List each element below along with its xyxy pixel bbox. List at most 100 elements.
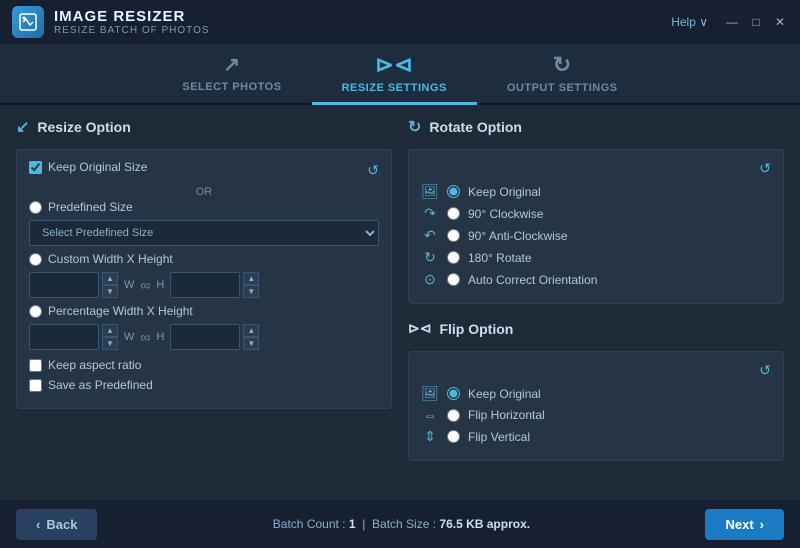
pct-width-input[interactable]: 100: [29, 324, 99, 350]
custom-width-input[interactable]: 864: [29, 272, 99, 298]
rotate-keep-original-label: Keep Original: [468, 185, 541, 199]
help-button[interactable]: Help ∨: [671, 15, 708, 29]
batch-size-value: 76.5 KB approx.: [439, 517, 530, 531]
flip-horizontal-icon: ⇔: [421, 407, 439, 423]
title-bar: IMAGE RESIZER RESIZE BATCH OF PHOTOS Hel…: [0, 0, 800, 44]
custom-h-label: H: [156, 279, 164, 291]
pct-h-label: H: [156, 331, 164, 343]
pct-height-up[interactable]: ▲: [243, 324, 259, 337]
save-predefined-checkbox[interactable]: [29, 379, 42, 392]
close-button[interactable]: ✕: [772, 14, 788, 30]
back-chevron-icon: ‹: [36, 517, 40, 532]
rotate-auto-label: Auto Correct Orientation: [468, 273, 597, 287]
custom-height-down[interactable]: ▼: [243, 285, 259, 298]
tab-resize-settings[interactable]: ⊳⊲ RESIZE SETTINGS: [312, 44, 477, 105]
title-bar-text: IMAGE RESIZER RESIZE BATCH OF PHOTOS: [54, 8, 671, 36]
rotate-auto-row: ⊙ Auto Correct Orientation: [421, 271, 771, 288]
flip-keep-original-radio[interactable]: [447, 387, 460, 400]
flip-reset-button[interactable]: ↺: [759, 362, 771, 379]
predefined-size-select[interactable]: Select Predefined Size: [29, 220, 379, 246]
tab-output-settings[interactable]: ↻ OUTPUT SETTINGS: [477, 44, 648, 105]
custom-width-down[interactable]: ▼: [102, 285, 118, 298]
pct-height-down[interactable]: ▼: [243, 337, 259, 350]
keep-original-size-label: Keep Original Size: [48, 160, 147, 174]
rotate-option-icon: ↻: [408, 117, 421, 137]
keep-aspect-checkbox[interactable]: [29, 359, 42, 372]
flip-keep-original-row: 🖼 Keep Original: [421, 385, 771, 402]
rotate-90acw-radio[interactable]: [447, 229, 460, 242]
rotate-90acw-icon: ↶: [421, 227, 439, 244]
infinity-icon: ∞: [140, 277, 150, 293]
batch-info: Batch Count : 1 | Batch Size : 76.5 KB a…: [109, 517, 693, 531]
flip-vertical-label: Flip Vertical: [468, 430, 530, 444]
select-photos-icon: ↗: [223, 52, 240, 77]
rotate-180-label: 180° Rotate: [468, 251, 532, 265]
rotate-option-title: Rotate Option: [429, 119, 522, 135]
pct-height-spinner[interactable]: ▲ ▼: [243, 324, 259, 350]
flip-horizontal-row: ⇔ Flip Horizontal: [421, 407, 771, 423]
custom-height-spinner[interactable]: ▲ ▼: [243, 272, 259, 298]
custom-height-input[interactable]: 490: [170, 272, 240, 298]
app-title: IMAGE RESIZER: [54, 8, 671, 25]
next-button[interactable]: Next ›: [705, 509, 784, 540]
tab-select-photos[interactable]: ↗ SELECT PHOTOS: [152, 44, 311, 105]
flip-option-card: ↺ 🖼 Keep Original ⇔ Flip Horizontal ⇕ Fl…: [408, 351, 784, 461]
flip-keep-icon: 🖼: [421, 385, 439, 402]
resize-option-card: Keep Original Size ↺ OR Predefined Size …: [16, 149, 392, 409]
next-button-label: Next: [725, 517, 753, 532]
nav-tabs: ↗ SELECT PHOTOS ⊳⊲ RESIZE SETTINGS ↻ OUT…: [0, 44, 800, 105]
rotate-180-icon: ↻: [421, 249, 439, 266]
pct-height-input[interactable]: 100: [170, 324, 240, 350]
custom-height-up[interactable]: ▲: [243, 272, 259, 285]
predefined-size-radio[interactable]: [29, 201, 42, 214]
custom-wh-row: Custom Width X Height: [29, 252, 379, 266]
keep-aspect-label: Keep aspect ratio: [48, 358, 141, 372]
minimize-button[interactable]: —: [724, 14, 740, 30]
next-chevron-icon: ›: [760, 517, 764, 532]
custom-width-up[interactable]: ▲: [102, 272, 118, 285]
rotate-option-card: ↺ 🖼 Keep Original ↷ 90° Clockwise ↶ 90° …: [408, 149, 784, 304]
window-controls: Help ∨ — □ ✕: [671, 14, 788, 30]
pct-width-up[interactable]: ▲: [102, 324, 118, 337]
keep-original-size-checkbox[interactable]: [29, 161, 42, 174]
rotate-option-header: ↻ Rotate Option: [408, 117, 784, 137]
custom-w-label: W: [124, 279, 134, 291]
resize-settings-icon: ⊳⊲: [375, 52, 413, 78]
pct-w-label: W: [124, 331, 134, 343]
back-button[interactable]: ‹ Back: [16, 509, 97, 540]
predefined-size-label: Predefined Size: [48, 200, 133, 214]
rotate-180-radio[interactable]: [447, 251, 460, 264]
rotate-90acw-label: 90° Anti-Clockwise: [468, 229, 568, 243]
custom-wh-radio[interactable]: [29, 253, 42, 266]
custom-wh-inputs: 864 ▲ ▼ W ∞ H 490 ▲ ▼: [29, 272, 379, 298]
maximize-button[interactable]: □: [748, 14, 764, 30]
resize-option-icon: ↙: [16, 117, 29, 137]
resize-panel: ↙ Resize Option Keep Original Size ↺ OR …: [16, 117, 392, 488]
batch-count-value: 1: [349, 517, 356, 531]
flip-option-icon: ⊳⊲: [408, 320, 431, 337]
main-content: ↙ Resize Option Keep Original Size ↺ OR …: [0, 105, 800, 500]
custom-width-spinner[interactable]: ▲ ▼: [102, 272, 118, 298]
resize-card-header: Keep Original Size ↺: [29, 160, 379, 180]
save-predefined-row: Save as Predefined: [29, 378, 379, 392]
rotate-keep-original-radio[interactable]: [447, 185, 460, 198]
pct-width-spinner[interactable]: ▲ ▼: [102, 324, 118, 350]
bottom-bar: ‹ Back Batch Count : 1 | Batch Size : 76…: [0, 500, 800, 548]
flip-horizontal-radio[interactable]: [447, 409, 460, 422]
rotate-auto-icon: ⊙: [421, 271, 439, 288]
batch-count-label: Batch Count :: [273, 517, 346, 531]
percentage-wh-radio[interactable]: [29, 305, 42, 318]
keep-aspect-row: Keep aspect ratio: [29, 358, 379, 372]
rotate-auto-radio[interactable]: [447, 273, 460, 286]
rotate-flip-panel: ↻ Rotate Option ↺ 🖼 Keep Original ↷ 90° …: [408, 117, 784, 488]
rotate-reset-button[interactable]: ↺: [759, 160, 771, 177]
output-settings-icon: ↻: [553, 52, 572, 78]
pct-width-down[interactable]: ▼: [102, 337, 118, 350]
resize-reset-button[interactable]: ↺: [367, 162, 379, 179]
rotate-90cw-radio[interactable]: [447, 207, 460, 220]
predefined-size-row: Predefined Size: [29, 200, 379, 214]
rotate-90cw-row: ↷ 90° Clockwise: [421, 205, 771, 222]
tab-select-photos-label: SELECT PHOTOS: [182, 81, 281, 93]
flip-vertical-icon: ⇕: [421, 428, 439, 445]
flip-vertical-radio[interactable]: [447, 430, 460, 443]
